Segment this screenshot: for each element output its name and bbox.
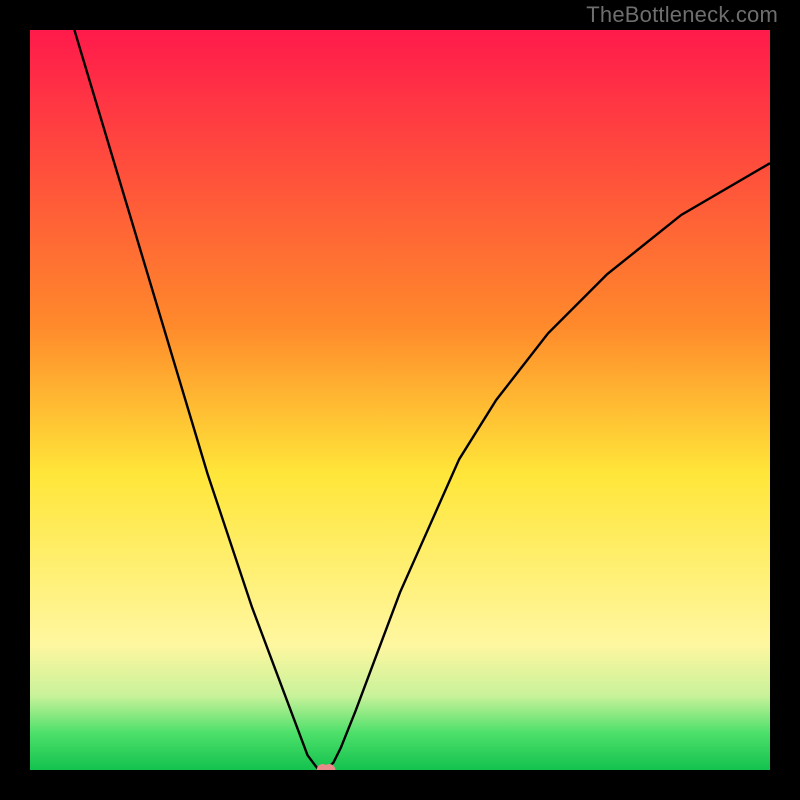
gradient-background (30, 30, 770, 770)
watermark-text: TheBottleneck.com (586, 2, 778, 28)
chart-svg (30, 30, 770, 770)
plot-area (30, 30, 770, 770)
chart-frame: TheBottleneck.com (0, 0, 800, 800)
